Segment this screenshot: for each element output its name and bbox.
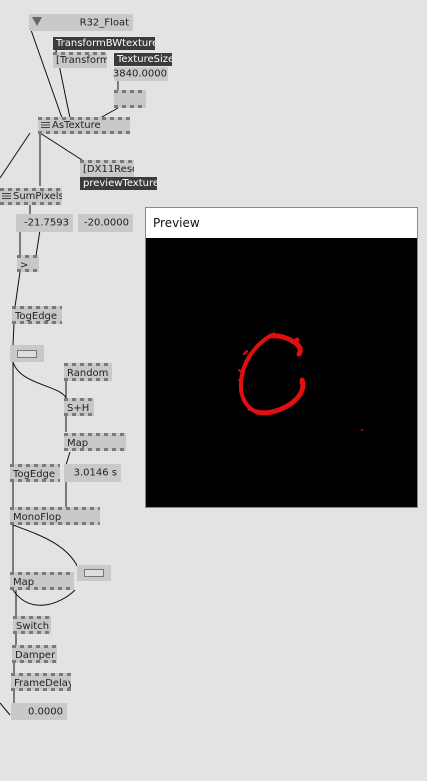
transform-bw-texture-node[interactable]: TransformBWtexture	[53, 37, 155, 50]
switch-node[interactable]: Switch	[13, 616, 51, 634]
sample-hold-label: S+H	[67, 403, 90, 414]
framedelay-label: FrameDelay	[14, 678, 71, 689]
value-a: -21.7593	[24, 217, 69, 229]
bang-indicator	[84, 569, 104, 577]
transform-bw-texture-label: TransformBWtexture	[56, 38, 155, 49]
texture-size-value: 3840.0000	[112, 68, 167, 80]
sum-pixels-label-wrap: SumPixels	[2, 190, 62, 204]
random-label: Random	[67, 368, 109, 379]
duration-value: 3.0146 s	[73, 467, 117, 479]
bang-button-2[interactable]	[77, 565, 111, 581]
togedge-node-2[interactable]: TogEdge	[10, 464, 60, 482]
preview-window[interactable]: Preview	[145, 207, 418, 508]
duration-value-box[interactable]: 3.0146 s	[64, 464, 121, 482]
texture-size-small-node[interactable]	[114, 90, 146, 108]
r32-float-label: R32_Float	[79, 17, 129, 28]
bang-button-1[interactable]	[10, 345, 44, 362]
map-node-2[interactable]: Map	[10, 572, 74, 590]
transform-node[interactable]: [Transform	[53, 52, 107, 68]
output-value-box[interactable]: 0.0000	[11, 703, 67, 720]
greater-than-label: >	[20, 260, 29, 271]
dx11-reso-node[interactable]: [DX11Reso	[80, 160, 134, 177]
damper-node[interactable]: Damper	[12, 645, 57, 663]
dx11-reso-label: [DX11Reso	[83, 164, 134, 175]
menu-icon	[41, 122, 50, 128]
texture-size-label: TextureSize	[117, 54, 172, 65]
random-node[interactable]: Random	[64, 363, 112, 381]
damper-label: Damper	[15, 650, 56, 661]
togedge-node-1[interactable]: TogEdge	[12, 306, 62, 324]
map-label-2: Map	[13, 577, 35, 588]
togedge-label-1: TogEdge	[15, 311, 58, 322]
value-b-box[interactable]: -20.0000	[78, 214, 133, 232]
map-node-1[interactable]: Map	[64, 433, 126, 451]
map-label-1: Map	[67, 438, 89, 449]
greater-than-node[interactable]: >	[17, 255, 39, 272]
transform-label: [Transform	[56, 55, 107, 66]
menu-icon	[2, 193, 11, 199]
sample-hold-node[interactable]: S+H	[64, 398, 94, 416]
bang-indicator	[17, 349, 37, 358]
framedelay-node[interactable]: FrameDelay	[11, 673, 71, 691]
output-value: 0.0000	[28, 706, 63, 717]
togedge-label-2: TogEdge	[13, 469, 56, 480]
as-texture-label-wrap: AsTexture	[41, 119, 101, 133]
preview-blob-image	[238, 332, 363, 431]
sum-pixels-node[interactable]: SumPixels	[0, 188, 62, 205]
sum-pixels-label: SumPixels	[13, 191, 62, 202]
monoflop-label: MonoFlop	[13, 512, 62, 523]
r32-float-enum[interactable]: R32_Float	[29, 14, 133, 31]
switch-label: Switch	[16, 621, 50, 632]
preview-canvas	[146, 238, 417, 507]
preview-texture-label: previewTexture	[83, 178, 157, 189]
value-a-box[interactable]: -21.7593	[16, 214, 73, 232]
dropdown-triangle-icon	[32, 17, 42, 26]
preview-texture-node[interactable]: previewTexture	[80, 177, 157, 190]
monoflop-node[interactable]: MonoFlop	[10, 507, 100, 525]
texture-size-node[interactable]: TextureSize	[114, 53, 172, 66]
texture-size-value-box[interactable]: 3840.0000	[112, 67, 168, 81]
as-texture-node[interactable]: AsTexture	[38, 117, 130, 134]
as-texture-label: AsTexture	[52, 120, 101, 131]
value-b: -20.0000	[84, 217, 129, 229]
preview-window-title: Preview	[153, 216, 200, 230]
